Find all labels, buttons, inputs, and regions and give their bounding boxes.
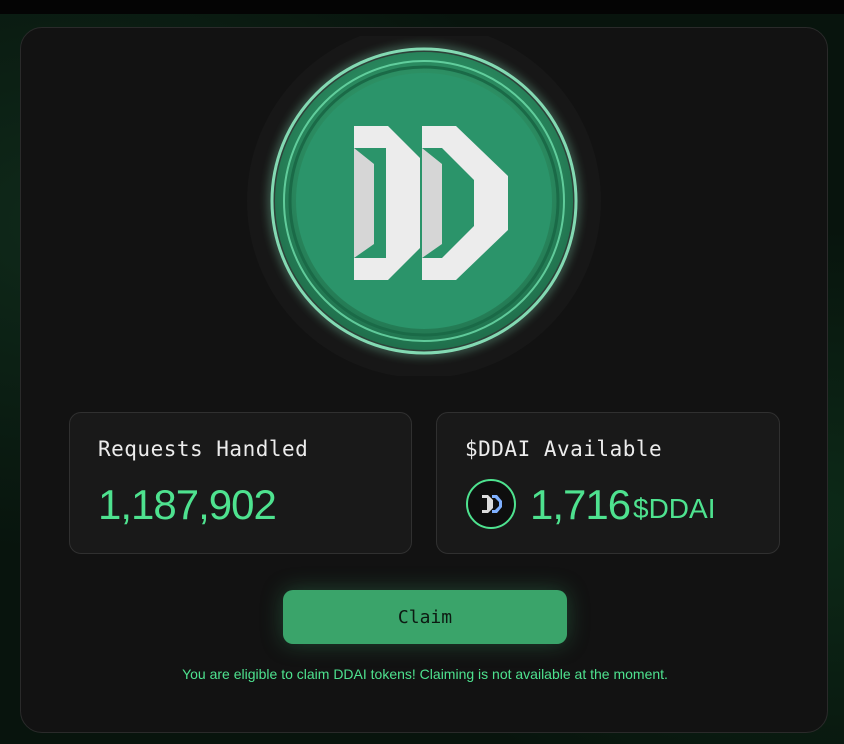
claim-card: Requests Handled 1,187,902 $DDAI Availab… [20, 24, 828, 733]
requests-handled-card: Requests Handled 1,187,902 [69, 412, 412, 554]
ddai-available-value: 1,716 [530, 481, 631, 528]
top-bar [0, 0, 844, 14]
ddai-token-icon [466, 479, 516, 529]
claim-status-note: You are eligible to claim DDAI tokens! C… [182, 666, 668, 682]
requests-handled-value: 1,187,902 [98, 481, 277, 528]
ddai-available-card: $DDAI Available 1,716 $DDAI [436, 412, 780, 554]
claim-button[interactable]: Claim [283, 590, 567, 644]
ddai-unit-label: $DDAI [633, 493, 716, 524]
ddai-available-title: $DDAI Available [465, 437, 663, 461]
ddai-logo-coin-icon [246, 24, 602, 378]
requests-handled-title: Requests Handled [98, 437, 309, 461]
